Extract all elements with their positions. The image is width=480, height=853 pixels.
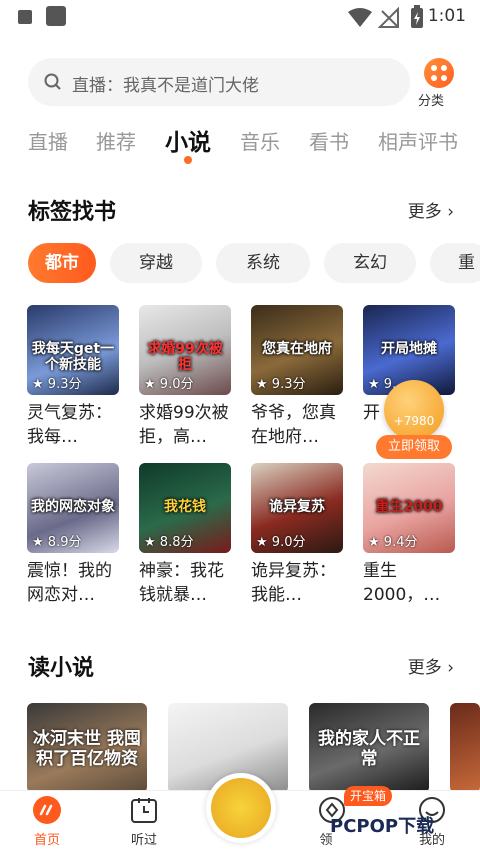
tab-novel[interactable]: 小说 [165,123,211,157]
more-label: 更多 [407,202,442,222]
book-name: 神豪：我花钱就暴… [139,561,224,605]
treasure-badge[interactable]: 开宝箱 [344,786,393,806]
book-rating: ★ 9.0分 [256,535,306,550]
read-book-cover[interactable]: 冰河末世 我囤积了百亿物资 [27,703,147,793]
book-rating: ★ 9.3分 [256,377,306,392]
wifi-icon [348,8,372,27]
book-card[interactable]: 我花钱 ★ 8.8分 神豪：我花钱就暴… [139,463,231,607]
book-card[interactable]: 求婚99次被拒 ★ 9.0分 求婚99次被拒，高… [139,305,231,449]
tab-crosstalk[interactable]: 相声评书 [378,126,458,155]
cover-title: 求婚99次被拒 [147,341,223,373]
nav-home[interactable]: 首页 [17,793,77,848]
album-art [211,778,271,838]
cover-title: 我的网恋对象 [31,499,115,515]
tab-live[interactable]: 直播 [28,126,68,155]
book-name: 重生2000，… [363,561,441,605]
chip-time-travel[interactable]: 穿越 [110,243,202,283]
book-name: 求婚99次被拒，高… [139,403,229,447]
book-name: 震惊！我的网恋对… [27,561,112,605]
book-cover: 求婚99次被拒 ★ 9.0分 [139,305,231,395]
reward-widget[interactable]: +7980 立即领取 [374,380,454,460]
cover-title: 开局地摊 [381,341,437,357]
nav-home-label: 首页 [33,833,60,848]
reward-amount: +7980 [393,414,435,428]
cover-title: 重生2000 [375,499,443,515]
claim-button[interactable]: 立即领取 [376,435,452,459]
book-cover: 您真在地府 ★ 9.3分 [251,305,343,395]
clock: 1:01 [427,6,466,26]
nav-history-label: 听过 [130,833,157,848]
read-book-cover[interactable]: 我的家人不正常 [309,703,429,793]
book-name: 诡异复苏：我能… [251,561,336,605]
search-icon [44,73,61,90]
chip-urban[interactable]: 都市 [28,243,96,283]
book-rating: ★ 9.0分 [144,377,194,392]
search-bar[interactable]: 直播：我真不是道门大佬 [28,58,410,106]
tag-section-title: 标签找书 [28,200,117,225]
home-icon [33,796,61,824]
book-card[interactable]: 您真在地府 ★ 9.3分 爷爷，您真在地府… [251,305,343,449]
tag-more-link[interactable]: 更多 › [408,197,454,222]
tab-music[interactable]: 音乐 [240,126,280,155]
book-card[interactable]: 我每天get一个新技能 ★ 9.3分 灵气复苏：我每… [27,305,119,449]
book-cover: 我每天get一个新技能 ★ 9.3分 [27,305,119,395]
book-name: 爷爷，您真在地府… [251,403,336,447]
book-name: 灵气复苏：我每… [27,403,112,447]
chip-fantasy[interactable]: 玄幻 [324,243,416,283]
book-cover: 重生2000 ★ 9.4分 [363,463,455,553]
book-rating: ★ 9.4分 [368,535,418,550]
book-cover: 我的网恋对象 ★ 8.9分 [27,463,119,553]
book-cover: 诡异复苏 ★ 9.0分 [251,463,343,553]
chevron-right-icon: › [447,658,454,678]
now-playing-disc[interactable] [206,773,276,843]
book-rating: ★ 8.9分 [32,535,82,550]
category-icon [424,58,454,88]
cover-title: 我花钱 [164,499,206,515]
coin-icon: +7980 [384,380,444,440]
top-tabs: 直播 推荐 小说 音乐 看书 相声评书 [0,120,480,166]
chip-system[interactable]: 系统 [216,243,310,283]
active-tab-indicator [184,156,192,164]
notification-icon [18,10,32,24]
clock-history-icon [131,798,157,823]
read-section-title: 读小说 [28,656,95,681]
read-more-link[interactable]: 更多 › [408,653,454,678]
app-notification-icon [46,6,66,26]
watermark-logo: PCPOP下载 [330,816,435,837]
chip-rebirth[interactable]: 重 [430,243,480,283]
book-card[interactable]: 重生2000 ★ 9.4分 重生2000，… [363,463,455,607]
tab-read-book[interactable]: 看书 [309,126,349,155]
cover-title: 我每天get一个新技能 [31,341,115,373]
book-rating: ★ 8.8分 [144,535,194,550]
search-placeholder: 直播：我真不是道门大佬 [72,76,259,96]
chevron-right-icon: › [447,202,454,222]
book-rating: ★ 9.3分 [32,377,82,392]
cover-title: 我的家人不正常 [318,729,420,769]
cover-title: 您真在地府 [262,341,332,357]
book-cover: 我花钱 ★ 8.8分 [139,463,231,553]
tab-recommend[interactable]: 推荐 [96,126,136,155]
cover-title: 诡异复苏 [269,499,325,515]
nav-history[interactable]: 听过 [114,793,174,848]
cover-title: 冰河末世 我囤积了百亿物资 [33,729,141,769]
book-card[interactable]: 我的网恋对象 ★ 8.9分 震惊！我的网恋对… [27,463,119,607]
battery-icon [411,5,423,28]
more-label: 更多 [407,658,442,678]
book-card[interactable]: 诡异复苏 ★ 9.0分 诡异复苏：我能… [251,463,343,607]
status-bar: 1:01 [0,0,480,34]
category-label: 分类 [418,94,445,109]
signal-icon [378,7,399,28]
category-button[interactable]: 分类 [418,58,460,109]
read-book-cover[interactable] [450,703,480,793]
